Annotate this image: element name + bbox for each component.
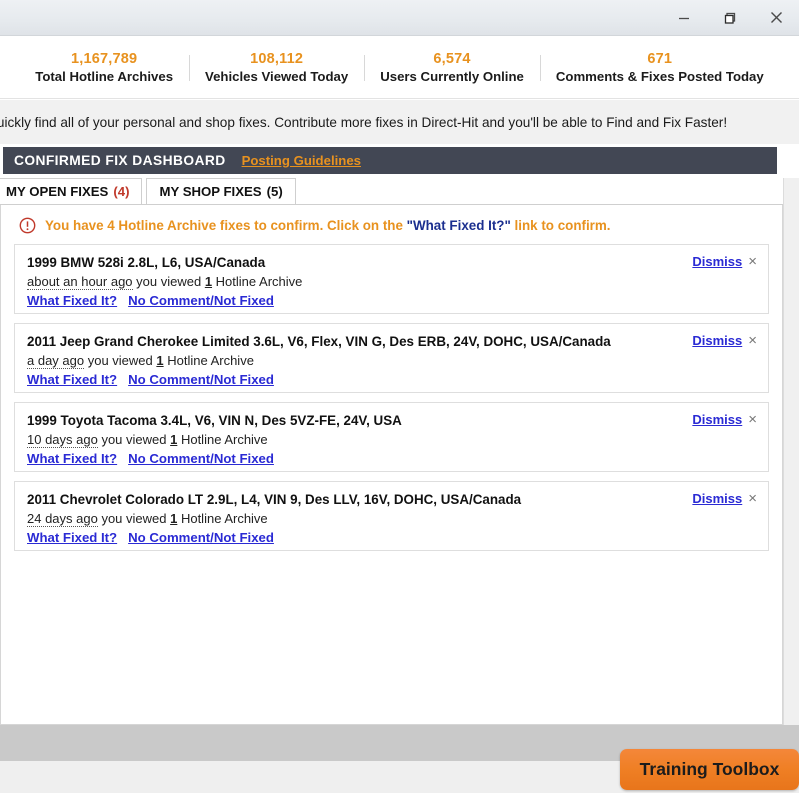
dismiss-link[interactable]: Dismiss — [692, 412, 742, 427]
close-button[interactable] — [753, 1, 799, 35]
tab-my-shop-fixes[interactable]: MY SHOP FIXES (5) — [146, 178, 296, 204]
view-meta: a day ago you viewed 1 Hotline Archive — [27, 351, 756, 370]
restore-button[interactable] — [707, 1, 753, 35]
view-meta: about an hour ago you viewed 1 Hotline A… — [27, 272, 756, 291]
what-fixed-it-link[interactable]: What Fixed It? — [27, 372, 117, 387]
promo-banner: d quickly find all of your personal and … — [0, 100, 799, 144]
dismiss-link[interactable]: Dismiss — [692, 491, 742, 506]
dismiss-link[interactable]: Dismiss — [692, 254, 742, 269]
stat-vehicles-viewed-today: 108,112 Vehicles Viewed Today — [189, 51, 364, 85]
meta-mid: you viewed — [97, 511, 171, 526]
alert-prefix: You have 4 Hotline Archive fixes to conf… — [45, 218, 407, 233]
view-count: 1 — [156, 353, 164, 368]
what-fixed-it-link[interactable]: What Fixed It? — [27, 451, 117, 466]
stat-value: 1,167,789 — [70, 50, 138, 67]
confirm-alert: You have 4 Hotline Archive fixes to conf… — [1, 205, 782, 244]
dismiss-group: Dismiss × — [692, 254, 757, 270]
stat-value: 6,574 — [433, 50, 471, 67]
vehicle-title: 2011 Chevrolet Colorado LT 2.9L, L4, VIN… — [27, 492, 522, 507]
vehicle-title: 1999 Toyota Tacoma 3.4L, V6, VIN N, Des … — [27, 413, 402, 428]
page-title: CONFIRMED FIX DASHBOARD — [14, 153, 226, 168]
tab-count: (5) — [266, 184, 283, 199]
alert-quoted: "What Fixed It?" — [406, 218, 511, 233]
what-fixed-it-link[interactable]: What Fixed It? — [27, 530, 117, 545]
stat-value: 108,112 — [250, 50, 304, 67]
close-icon[interactable]: × — [748, 333, 757, 348]
no-comment-not-fixed-link[interactable]: No Comment/Not Fixed — [128, 530, 274, 545]
dismiss-link[interactable]: Dismiss — [692, 333, 742, 348]
exclamation-circle-icon — [19, 217, 36, 234]
time-ago: 10 days ago — [27, 432, 98, 448]
restore-icon — [724, 12, 736, 24]
no-comment-not-fixed-link[interactable]: No Comment/Not Fixed — [128, 293, 274, 308]
close-icon[interactable]: × — [748, 412, 757, 427]
right-rail-strip — [783, 178, 799, 725]
tab-label: MY OPEN FIXES — [6, 184, 109, 199]
stats-bar: 1,167,789 Total Hotline Archives 108,112… — [0, 37, 799, 99]
tab-bar: MY OPEN FIXES (4) MY SHOP FIXES (5) — [0, 178, 783, 205]
meta-end: Hotline Archive — [212, 274, 303, 289]
vehicle-title: 1999 BMW 528i 2.8L, L6, USA/Canada — [27, 255, 266, 270]
stat-value: 671 — [647, 50, 673, 67]
meta-end: Hotline Archive — [177, 432, 268, 447]
dismiss-group: Dismiss × — [692, 491, 757, 507]
dismiss-group: Dismiss × — [692, 412, 757, 428]
what-fixed-it-link[interactable]: What Fixed It? — [27, 293, 117, 308]
time-ago: a day ago — [27, 353, 85, 369]
vehicle-title: 2011 Jeep Grand Cherokee Limited 3.6L, V… — [27, 334, 611, 349]
alert-suffix: link to confirm. — [510, 218, 611, 233]
fixes-panel: You have 4 Hotline Archive fixes to conf… — [0, 205, 783, 725]
stat-total-hotline-archives: 1,167,789 Total Hotline Archives — [19, 51, 189, 85]
app-window: 1,167,789 Total Hotline Archives 108,112… — [0, 0, 799, 799]
time-ago: about an hour ago — [27, 274, 133, 290]
promo-text: d quickly find all of your personal and … — [0, 114, 728, 130]
stat-label: Users Currently Online — [380, 68, 524, 84]
fix-card: 2011 Jeep Grand Cherokee Limited 3.6L, V… — [14, 323, 769, 393]
close-icon[interactable]: × — [748, 491, 757, 506]
fix-card: 1999 Toyota Tacoma 3.4L, V6, VIN N, Des … — [14, 402, 769, 472]
minimize-button[interactable] — [661, 1, 707, 35]
card-action-links: What Fixed It? No Comment/Not Fixed — [27, 291, 756, 310]
card-action-links: What Fixed It? No Comment/Not Fixed — [27, 449, 756, 468]
tab-my-open-fixes[interactable]: MY OPEN FIXES (4) — [0, 178, 143, 204]
card-action-links: What Fixed It? No Comment/Not Fixed — [27, 370, 756, 389]
training-toolbox-button[interactable]: Training Toolbox — [620, 749, 799, 790]
stat-comments-fixes-posted-today: 671 Comments & Fixes Posted Today — [539, 50, 780, 85]
no-comment-not-fixed-link[interactable]: No Comment/Not Fixed — [128, 372, 274, 387]
posting-guidelines-link[interactable]: Posting Guidelines — [242, 153, 361, 168]
meta-mid: you viewed — [84, 353, 157, 368]
dismiss-group: Dismiss × — [692, 333, 757, 349]
footer-bottom-edge — [0, 793, 799, 799]
meta-end: Hotline Archive — [163, 353, 254, 368]
meta-mid: you viewed — [132, 274, 205, 289]
tab-label: MY SHOP FIXES — [159, 184, 262, 199]
minimize-icon — [679, 17, 689, 19]
view-count: 1 — [204, 274, 213, 289]
fix-card-list: 1999 BMW 528i 2.8L, L6, USA/Canada about… — [1, 244, 782, 551]
stat-users-currently-online: 6,574 Users Currently Online — [364, 51, 540, 85]
stat-label: Vehicles Viewed Today — [205, 68, 349, 84]
view-meta: 24 days ago you viewed 1 Hotline Archive — [27, 509, 756, 528]
meta-end: Hotline Archive — [177, 511, 268, 526]
dashboard-header-wrap: CONFIRMED FIX DASHBOARD Posting Guidelin… — [0, 144, 799, 176]
confirm-alert-text: You have 4 Hotline Archive fixes to conf… — [45, 218, 611, 233]
time-ago: 24 days ago — [27, 511, 98, 527]
no-comment-not-fixed-link[interactable]: No Comment/Not Fixed — [128, 451, 274, 466]
stat-label: Comments & Fixes Posted Today — [555, 68, 764, 84]
close-icon — [770, 12, 782, 23]
right-rail-top-spacer — [783, 144, 799, 178]
fix-card: 2011 Chevrolet Colorado LT 2.9L, L4, VIN… — [14, 481, 769, 551]
stat-label: Total Hotline Archives — [35, 68, 174, 84]
window-titlebar — [0, 0, 799, 36]
meta-mid: you viewed — [97, 432, 171, 447]
close-icon[interactable]: × — [748, 254, 757, 269]
dashboard-header: CONFIRMED FIX DASHBOARD Posting Guidelin… — [3, 147, 777, 174]
fix-card: 1999 BMW 528i 2.8L, L6, USA/Canada about… — [14, 244, 769, 314]
tab-count: (4) — [113, 184, 130, 199]
view-meta: 10 days ago you viewed 1 Hotline Archive — [27, 430, 756, 449]
card-action-links: What Fixed It? No Comment/Not Fixed — [27, 528, 756, 547]
